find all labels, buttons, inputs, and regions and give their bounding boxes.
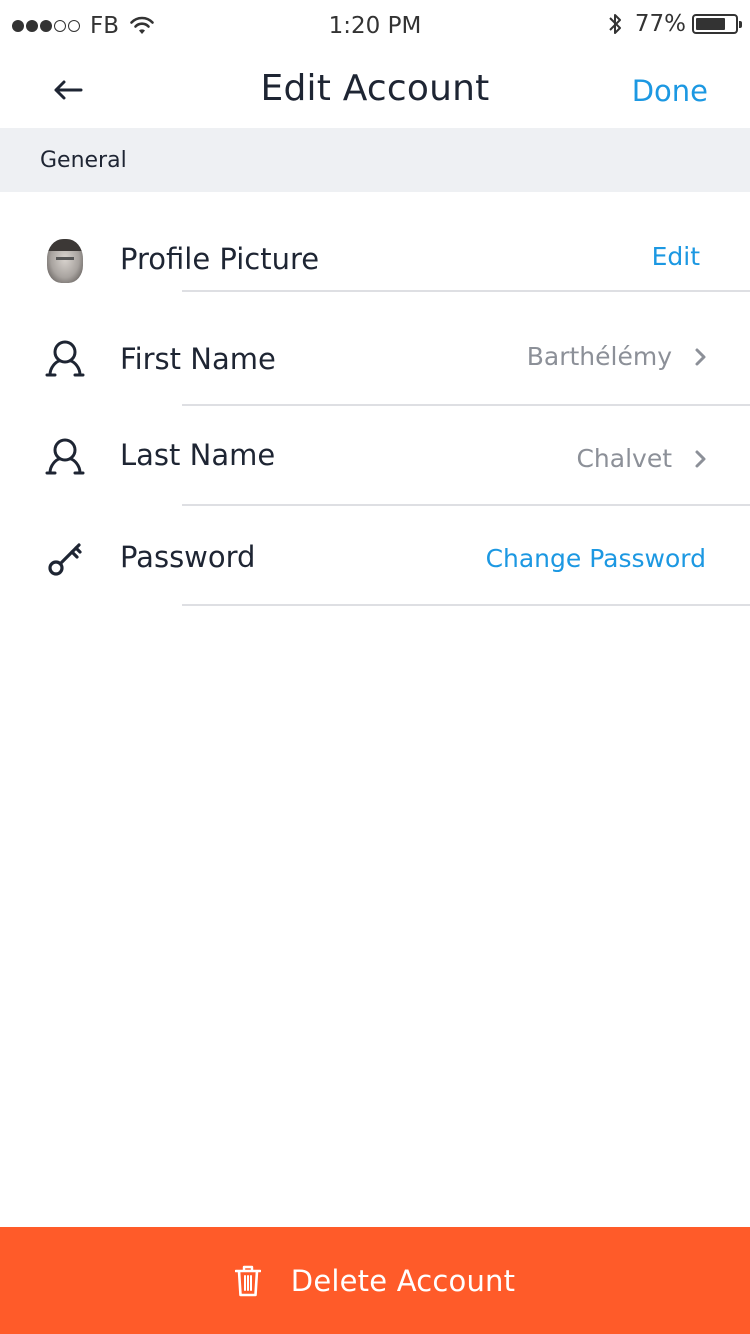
row-label: First Name [120, 342, 276, 376]
avatar [42, 238, 88, 284]
status-bar: FB 1:20 PM 77% [0, 0, 750, 54]
battery-fill [696, 18, 726, 30]
battery-cap [739, 21, 742, 28]
row-label: Password [120, 540, 256, 574]
first-name-value: Barthélémy [526, 342, 672, 371]
chevron-right-icon [695, 450, 706, 468]
divider [182, 290, 750, 292]
delete-account-button[interactable]: Delete Account [0, 1227, 750, 1334]
row-profile-picture[interactable]: Profile Picture Edit [0, 192, 750, 292]
row-label: Profile Picture [120, 242, 320, 276]
status-right: 77% [607, 11, 742, 37]
avatar-image [47, 239, 83, 283]
row-password[interactable]: Password Change Password [0, 506, 750, 606]
section-header-general: General [0, 128, 750, 192]
row-label: Last Name [120, 438, 276, 472]
battery-percent: 77% [634, 11, 686, 37]
chevron-right-icon [695, 348, 706, 366]
key-icon [42, 536, 88, 582]
user-icon [42, 434, 88, 480]
done-button[interactable]: Done [632, 74, 708, 108]
edit-account-screen: FB 1:20 PM 77% Edit Account Done General… [0, 0, 750, 1334]
delete-account-label: Delete Account [290, 1263, 516, 1298]
row-first-name[interactable]: First Name Barthélémy [0, 306, 750, 406]
divider [182, 604, 750, 606]
change-password-button[interactable]: Change Password [486, 544, 706, 573]
navigation-bar: Edit Account Done [0, 54, 750, 128]
edit-picture-button[interactable]: Edit [652, 242, 700, 271]
trash-icon [234, 1265, 261, 1296]
bluetooth-icon [609, 14, 621, 34]
section-title: General [40, 148, 127, 173]
row-last-name[interactable]: Last Name Chalvet [0, 406, 750, 506]
battery-icon [692, 14, 742, 34]
user-icon [42, 336, 88, 382]
last-name-value: Chalvet [576, 444, 672, 473]
